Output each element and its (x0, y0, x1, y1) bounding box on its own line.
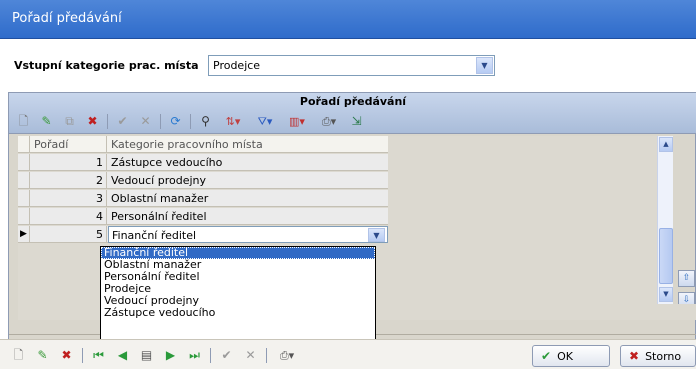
cancel-icon[interactable]: ✕ (242, 347, 259, 364)
title-bar: Pořadí předávání (0, 0, 696, 39)
row-indicator (18, 190, 30, 207)
delete-record-icon[interactable]: ✖ (58, 347, 75, 364)
check-icon: ✔ (541, 349, 552, 363)
category-cell-editor[interactable]: Finanční ředitel ▼ (108, 226, 388, 243)
scroll-down-icon[interactable]: ▼ (659, 287, 673, 302)
new-record-icon[interactable]: 🗋 (10, 347, 27, 364)
grid-header: Pořadí předávání 🗋 ✎ ⧉ ✖ ✔ ✕ ⟳ ⚲ ⇅▾ ⛛▾ ▥… (9, 93, 696, 134)
close-icon: ✖ (629, 349, 640, 363)
sort-icon[interactable]: ⇅▾ (220, 113, 246, 130)
toolbar-separator (266, 347, 267, 363)
table-row-active[interactable]: ▶ 5 Finanční ředitel ▼ (18, 226, 388, 243)
category-section: Vstupní kategorie prac. místa Prodejce ▼ (0, 40, 696, 90)
goto-record-icon[interactable]: ▤ (138, 347, 155, 364)
table-row[interactable]: 4 Personální ředitel (18, 208, 388, 225)
new-record-icon[interactable]: 🗋 (15, 113, 32, 130)
vertical-scrollbar[interactable]: ▲ ▼ (657, 136, 673, 304)
row-indicator (18, 172, 30, 189)
cancel-icon[interactable]: ✕ (137, 113, 154, 130)
current-row-arrow-icon: ▶ (18, 226, 30, 243)
category-cell[interactable]: Personální ředitel (108, 208, 388, 225)
confirm-icon[interactable]: ✔ (114, 113, 131, 130)
category-combo[interactable]: Prodejce ▼ (208, 55, 495, 76)
category-editor-value: Finanční ředitel (112, 229, 197, 242)
dropdown-option[interactable]: Zástupce vedoucího (101, 307, 375, 319)
cancel-label: Storno (645, 349, 682, 363)
grid-toolbar: 🗋 ✎ ⧉ ✖ ✔ ✕ ⟳ ⚲ ⇅▾ ⛛▾ ▥▾ ⎙▾ ⇲ (15, 111, 371, 131)
scroll-up-icon[interactable]: ▲ (659, 137, 673, 152)
table-row[interactable]: 1 Zástupce vedoucího (18, 154, 388, 171)
confirm-icon[interactable]: ✔ (218, 347, 235, 364)
row-indicator (18, 136, 30, 153)
print-icon[interactable]: ⎙▾ (316, 113, 342, 130)
footer-bar: 🗋 ✎ ✖ ⏮ ◀ ▤ ▶ ⏭ ✔ ✕ ⎙▾ ✔ OK ✖ Storno (0, 339, 696, 369)
scroll-thumb[interactable] (659, 228, 673, 284)
order-cell[interactable]: 5 (31, 226, 107, 243)
order-cell[interactable]: 2 (31, 172, 107, 189)
next-record-icon[interactable]: ▶ (162, 347, 179, 364)
category-value: Prodejce (213, 59, 261, 72)
row-indicator (18, 208, 30, 225)
category-cell[interactable]: Oblastní manažer (108, 190, 388, 207)
table-row[interactable]: 2 Vedoucí prodejny (18, 172, 388, 189)
previous-record-icon[interactable]: ◀ (114, 347, 131, 364)
find-icon[interactable]: ⚲ (197, 113, 214, 130)
toolbar-separator (190, 113, 191, 129)
category-cell[interactable]: Zástupce vedoucího (108, 154, 388, 171)
column-header-order[interactable]: Pořadí (31, 136, 107, 153)
ok-button[interactable]: ✔ OK (532, 345, 610, 367)
filter-icon[interactable]: ⛛▾ (252, 113, 278, 130)
edit-record-icon[interactable]: ✎ (38, 113, 55, 130)
ok-label: OK (557, 349, 573, 363)
category-cell[interactable]: Vedoucí prodejny (108, 172, 388, 189)
row-indicator (18, 154, 30, 171)
chevron-down-icon[interactable]: ▼ (368, 228, 385, 242)
grid-header-row: Pořadí Kategorie pracovního místa (18, 136, 388, 153)
category-dropdown-list[interactable]: Finanční ředitel Oblastní manažer Person… (100, 246, 376, 349)
columns-icon[interactable]: ▥▾ (284, 113, 310, 130)
delete-record-icon[interactable]: ✖ (84, 113, 101, 130)
toolbar-separator (210, 347, 211, 363)
export-icon[interactable]: ⇲ (348, 113, 365, 130)
column-header-category[interactable]: Kategorie pracovního místa (108, 136, 388, 153)
cancel-button[interactable]: ✖ Storno (620, 345, 696, 367)
table-row[interactable]: 3 Oblastní manažer (18, 190, 388, 207)
copy-record-icon[interactable]: ⧉ (61, 113, 78, 130)
navigation-toolbar: 🗋 ✎ ✖ ⏮ ◀ ▤ ▶ ⏭ ✔ ✕ ⎙▾ (10, 346, 307, 364)
edit-record-icon[interactable]: ✎ (34, 347, 51, 364)
window-title: Pořadí předávání (12, 11, 122, 26)
grid-caption: Pořadí předávání (299, 95, 407, 108)
category-label: Vstupní kategorie prac. místa (14, 59, 199, 72)
move-up-icon[interactable]: ⇧ (678, 270, 695, 287)
chevron-down-icon[interactable]: ▼ (476, 57, 493, 74)
order-cell[interactable]: 1 (31, 154, 107, 171)
first-record-icon[interactable]: ⏮ (90, 347, 107, 364)
toolbar-separator (160, 113, 161, 129)
refresh-icon[interactable]: ⟳ (167, 113, 184, 130)
order-cell[interactable]: 3 (31, 190, 107, 207)
toolbar-separator (82, 347, 83, 363)
toolbar-separator (107, 113, 108, 129)
last-record-icon[interactable]: ⏭ (186, 347, 203, 364)
print-icon[interactable]: ⎙▾ (274, 347, 300, 364)
order-cell[interactable]: 4 (31, 208, 107, 225)
